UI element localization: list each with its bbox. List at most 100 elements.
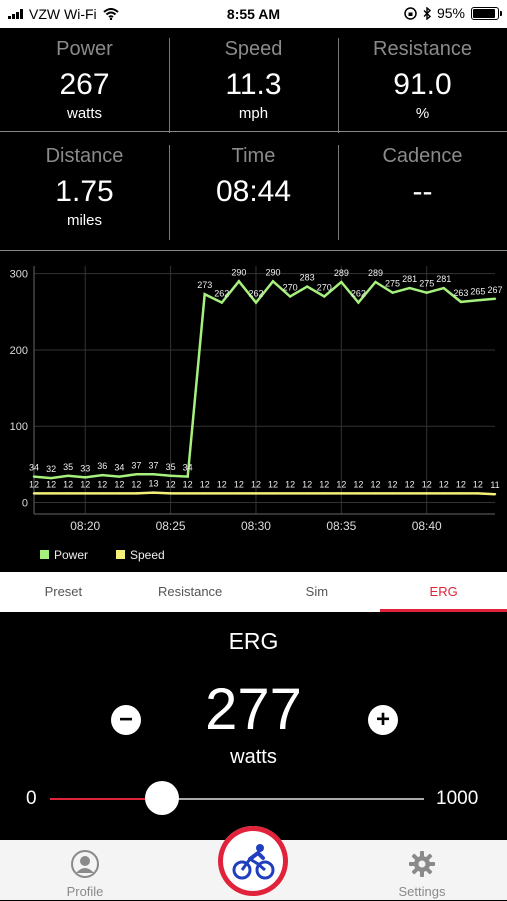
metric-value: 11.3 bbox=[225, 68, 282, 101]
data-label: 12 bbox=[388, 479, 398, 489]
data-label: 13 bbox=[149, 479, 159, 489]
erg-title: ERG bbox=[228, 628, 279, 654]
y-tick-label: 100 bbox=[10, 421, 28, 433]
data-point bbox=[49, 492, 53, 495]
metric-label: Speed bbox=[224, 38, 283, 60]
data-label: 270 bbox=[317, 283, 332, 293]
data-label: 36 bbox=[97, 461, 107, 471]
data-point bbox=[84, 476, 87, 479]
metric-unit: mph bbox=[238, 105, 269, 122]
data-point bbox=[203, 492, 206, 495]
data-label: 37 bbox=[149, 460, 159, 470]
data-point bbox=[493, 492, 497, 496]
data-label: 290 bbox=[266, 267, 281, 277]
metric-value: 1.75 bbox=[55, 175, 114, 208]
tab-profile[interactable]: Profile bbox=[55, 850, 115, 899]
data-label: 12 bbox=[370, 479, 380, 489]
battery-percent: 95% bbox=[436, 5, 465, 21]
increase-button[interactable]: + bbox=[368, 705, 398, 735]
status-right: 95% bbox=[404, 5, 502, 21]
data-label: 12 bbox=[285, 479, 295, 489]
metric-label: Power bbox=[56, 38, 113, 60]
data-label: 12 bbox=[353, 479, 363, 489]
data-point bbox=[305, 492, 309, 495]
data-label: 12 bbox=[97, 479, 107, 489]
data-label: 267 bbox=[487, 285, 502, 295]
metric-label: Resistance bbox=[373, 38, 472, 60]
data-point bbox=[459, 492, 463, 495]
gear-icon bbox=[409, 851, 435, 877]
data-point bbox=[152, 473, 155, 476]
data-point bbox=[476, 492, 480, 495]
data-point bbox=[459, 300, 463, 304]
y-tick-label: 0 bbox=[22, 498, 28, 510]
data-point bbox=[288, 492, 292, 495]
metric-label: Cadence bbox=[382, 145, 463, 167]
data-label: 12 bbox=[473, 479, 483, 489]
data-point bbox=[476, 299, 480, 302]
data-label: 33 bbox=[80, 463, 90, 473]
data-label: 289 bbox=[368, 268, 383, 278]
orientation-lock-icon bbox=[404, 6, 417, 20]
data-point bbox=[101, 473, 104, 477]
data-label: 12 bbox=[405, 479, 415, 489]
data-point bbox=[203, 293, 206, 296]
data-point bbox=[408, 286, 411, 290]
y-tick-label: 300 bbox=[10, 269, 28, 281]
data-point bbox=[220, 492, 224, 495]
metric-unit: miles bbox=[66, 212, 102, 229]
data-label: 12 bbox=[63, 479, 73, 489]
data-label: 12 bbox=[336, 479, 346, 489]
data-point bbox=[340, 280, 343, 284]
cyclist-icon bbox=[232, 844, 275, 880]
data-label: 35 bbox=[166, 462, 176, 472]
bluetooth-icon bbox=[423, 6, 431, 20]
tab-erg[interactable]: ERG bbox=[380, 572, 507, 612]
person-icon bbox=[71, 850, 99, 878]
data-point bbox=[340, 492, 343, 495]
data-label: 275 bbox=[419, 279, 434, 289]
data-point bbox=[66, 492, 70, 495]
data-point bbox=[254, 301, 258, 304]
metric-power: Power 267 watts bbox=[0, 28, 169, 143]
metric-value: -- bbox=[412, 175, 433, 208]
data-label: 12 bbox=[268, 479, 278, 489]
data-label: 12 bbox=[80, 479, 90, 489]
metric-cadence: Cadence -- bbox=[338, 135, 507, 250]
data-point bbox=[425, 291, 428, 294]
data-label: 35 bbox=[63, 462, 73, 472]
data-point bbox=[186, 492, 189, 495]
data-point bbox=[118, 492, 121, 495]
data-point bbox=[118, 475, 121, 478]
data-label: 262 bbox=[214, 289, 229, 299]
metric-label: Time bbox=[231, 145, 276, 167]
data-point bbox=[32, 492, 36, 495]
erg-unit: watts bbox=[230, 746, 277, 768]
tab-resistance[interactable]: Resistance bbox=[127, 572, 254, 612]
data-point bbox=[442, 492, 445, 495]
tab-sim[interactable]: Sim bbox=[254, 572, 381, 612]
data-point bbox=[271, 492, 275, 495]
erg-slider-thumb[interactable] bbox=[145, 781, 180, 815]
ride-button[interactable] bbox=[218, 826, 288, 896]
power-speed-chart: 0 100 200 300 08:20 08:25 08:30 08:35 08:40 34 3… bbox=[10, 266, 503, 562]
metrics-row-2: Distance 1.75 miles Time 08:44 Cadence -… bbox=[0, 135, 507, 250]
tab-preset[interactable]: Preset bbox=[0, 572, 127, 612]
metric-value: 08:44 bbox=[215, 175, 292, 208]
erg-slider-track[interactable] bbox=[50, 798, 424, 800]
data-label: 12 bbox=[217, 479, 227, 489]
data-label: 270 bbox=[283, 283, 298, 293]
legend-label: Speed bbox=[130, 548, 165, 562]
data-point bbox=[135, 492, 138, 495]
metric-unit: % bbox=[415, 105, 430, 122]
metric-time: Time 08:44 bbox=[169, 135, 338, 250]
data-label: 12 bbox=[29, 479, 39, 489]
data-point bbox=[169, 474, 172, 478]
data-label: 12 bbox=[422, 479, 432, 489]
tab-settings[interactable]: Settings bbox=[390, 850, 454, 899]
data-point bbox=[237, 492, 241, 495]
tab-label: Settings bbox=[398, 884, 446, 899]
data-label: 262 bbox=[248, 289, 263, 299]
y-tick-label: 200 bbox=[10, 345, 28, 357]
data-label: 12 bbox=[234, 479, 244, 489]
